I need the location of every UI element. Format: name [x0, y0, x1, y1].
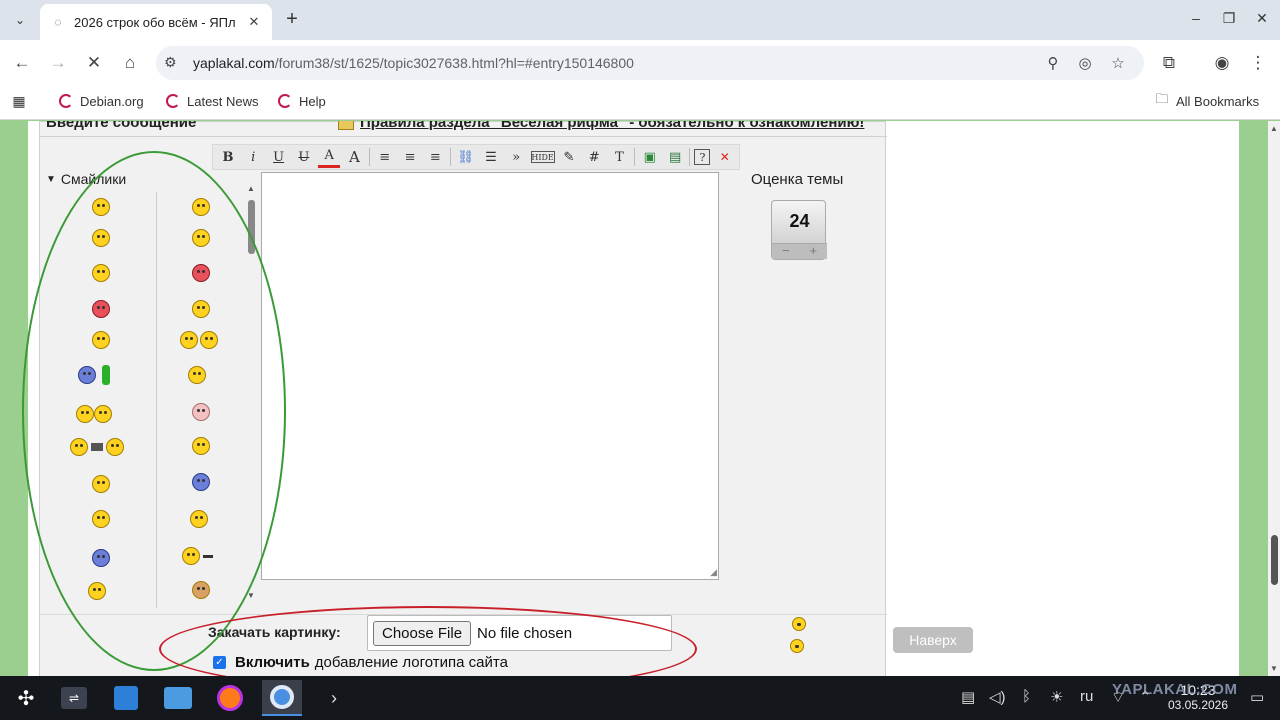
- back-button[interactable]: ←: [10, 51, 34, 75]
- chromium-icon[interactable]: [262, 680, 302, 716]
- maximize-icon[interactable]: ❐: [1219, 10, 1239, 27]
- form-header: Введите сообщение Правила раздела "Весёл…: [40, 121, 887, 136]
- volume-icon[interactable]: ◁): [989, 688, 1006, 706]
- tab-search-button[interactable]: ⌄: [8, 8, 32, 32]
- rating-label: Оценка темы: [751, 171, 844, 188]
- bookmark-star-icon[interactable]: ☆: [1109, 54, 1127, 72]
- debian-icon: [165, 93, 181, 109]
- debian-icon: [277, 93, 293, 109]
- browser-toolbar: ← → ✕ ⌂ ⚙ yaplakal.com/forum38/st/1625/t…: [0, 40, 1280, 86]
- list-button[interactable]: ☰: [480, 146, 502, 168]
- clipboard-icon[interactable]: ▤: [961, 688, 975, 706]
- tab-title: 2026 строк обо всём - ЯПл: [74, 14, 236, 30]
- font-size-button[interactable]: A: [343, 146, 365, 168]
- menu-icon[interactable]: ⋮: [1246, 51, 1270, 75]
- zoom-icon[interactable]: ⚲: [1044, 54, 1062, 72]
- align-center-button[interactable]: ≡: [399, 146, 421, 168]
- font-color-button[interactable]: A: [318, 146, 341, 168]
- tracking-protection-icon[interactable]: ◎: [1076, 54, 1094, 72]
- debian-icon: [58, 93, 74, 109]
- brightness-icon[interactable]: ☀: [1050, 688, 1063, 706]
- new-tab-button[interactable]: +: [280, 8, 304, 32]
- resize-grip-icon[interactable]: ◢: [710, 567, 717, 578]
- align-left-button[interactable]: ≡: [374, 146, 396, 168]
- quote-button[interactable]: »: [505, 146, 527, 168]
- close-editor-button[interactable]: ✕: [714, 146, 736, 168]
- tab-strip: ⌄ ◌ 2026 строк обо всём - ЯПл ✕ + – ❐ ✕: [0, 0, 1280, 40]
- scroll-up-icon[interactable]: ▲: [1270, 124, 1278, 133]
- link-button[interactable]: ⛓: [455, 146, 477, 168]
- show-desktop-icon[interactable]: ▭: [1250, 688, 1264, 706]
- text-button[interactable]: T: [609, 146, 631, 168]
- code-button[interactable]: #: [583, 146, 605, 168]
- align-right-button[interactable]: ≡: [424, 146, 446, 168]
- settings-app-icon[interactable]: ⇌: [54, 680, 94, 716]
- bold-button[interactable]: B: [217, 146, 239, 168]
- address-bar[interactable]: ⚙ yaplakal.com/forum38/st/1625/topic3027…: [156, 46, 1144, 80]
- bookmark-debian[interactable]: Debian.org: [58, 93, 144, 109]
- stop-button[interactable]: ✕: [82, 51, 106, 75]
- rating-plus-button[interactable]: +: [809, 244, 817, 259]
- strikethrough-button[interactable]: U: [293, 146, 315, 168]
- italic-button[interactable]: i: [242, 146, 264, 168]
- page-scrollbar[interactable]: ▲ ▼: [1268, 121, 1280, 676]
- message-textarea[interactable]: ◢: [261, 172, 719, 580]
- all-bookmarks-button[interactable]: 🗀 All Bookmarks: [1154, 91, 1259, 109]
- rules-link[interactable]: Правила раздела "Весёлая рифма" - обязат…: [338, 121, 864, 131]
- site-info-icon[interactable]: ⚙: [164, 54, 177, 71]
- editor-toolbar: B i U U A A ≡ ≡ ≡ ⛓ ☰ » HIDE ✎ # T ▣ ▤ ?…: [212, 144, 740, 170]
- browser-tab[interactable]: ◌ 2026 строк обо всём - ЯПл ✕: [40, 4, 272, 40]
- green-highlight-ellipse: [22, 151, 286, 671]
- clock-date: 03.05.2026: [1167, 698, 1229, 712]
- rating-widget: 24 − +: [771, 200, 827, 260]
- bookmarks-bar: ▦ Debian.org Latest News Help 🗀 All Book…: [0, 86, 1280, 120]
- store-app-icon[interactable]: [106, 680, 146, 716]
- image-button[interactable]: ▣: [639, 146, 661, 168]
- edit-button[interactable]: ✎: [558, 146, 580, 168]
- apps-icon[interactable]: ▦: [11, 93, 33, 109]
- launcher-icon[interactable]: ✣: [6, 680, 46, 716]
- scroll-up-icon[interactable]: ▲: [247, 184, 255, 193]
- rating-value: 24: [789, 211, 810, 231]
- home-button[interactable]: ⌂: [118, 51, 142, 75]
- scroll-down-icon[interactable]: ▼: [1270, 664, 1278, 673]
- folder-icon: 🗀: [1155, 91, 1169, 106]
- bookmark-help[interactable]: Help: [277, 93, 326, 109]
- close-window-icon[interactable]: ✕: [1252, 10, 1272, 27]
- divider: [40, 136, 887, 137]
- close-tab-icon[interactable]: ✕: [246, 14, 262, 30]
- video-button[interactable]: ▤: [664, 146, 686, 168]
- profile-icon[interactable]: ◉: [1210, 51, 1234, 75]
- loading-icon: ◌: [54, 15, 62, 29]
- triangle-down-icon: ▼: [46, 173, 56, 185]
- hide-button[interactable]: HIDE: [530, 151, 555, 163]
- taskbar: ✣ ⇌ › ▤ ◁) ᛒ ☀ ru ⌔ ⌃ 10:23 03.05.2026 ▭: [0, 676, 1280, 720]
- keyboard-layout[interactable]: ru: [1080, 688, 1093, 705]
- form-title: Введите сообщение: [46, 121, 197, 131]
- extensions-icon[interactable]: ⧉: [1157, 51, 1181, 75]
- bookmark-latest-news[interactable]: Latest News: [165, 93, 259, 109]
- minimize-icon[interactable]: –: [1186, 10, 1206, 26]
- underline-button[interactable]: U: [268, 146, 290, 168]
- terminal-icon[interactable]: ›: [314, 680, 354, 716]
- warning-icon: [338, 121, 354, 130]
- decorative-smileys: [790, 617, 806, 653]
- help-button[interactable]: ?: [694, 149, 711, 165]
- files-app-icon[interactable]: [158, 680, 198, 716]
- site-watermark: YAPLAKAL.COM: [1112, 681, 1238, 698]
- forward-button[interactable]: →: [46, 51, 70, 75]
- rating-minus-button[interactable]: −: [782, 244, 790, 259]
- url-text: yaplakal.com/forum38/st/1625/topic302763…: [193, 55, 634, 71]
- bluetooth-icon[interactable]: ᛒ: [1022, 688, 1031, 705]
- to-top-button[interactable]: Наверх: [893, 627, 973, 653]
- firefox-icon[interactable]: [210, 680, 250, 716]
